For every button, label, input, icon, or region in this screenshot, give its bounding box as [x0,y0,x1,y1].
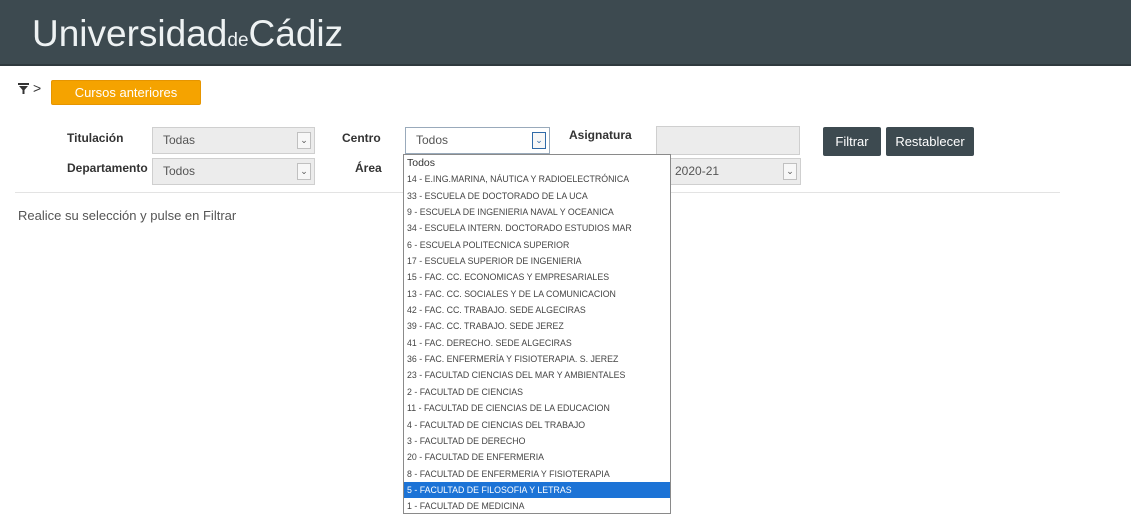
dropdown-option[interactable]: 3 - FACULTAD DE DERECHO [404,433,670,449]
restablecer-button[interactable]: Restablecer [886,127,974,156]
dropdown-option[interactable]: 2 - FACULTAD DE CIENCIAS [404,384,670,400]
centro-select[interactable]: Todos ⌄ [405,127,550,154]
dropdown-option[interactable]: 13 - FAC. CC. SOCIALES Y DE LA COMUNICAC… [404,286,670,302]
titulacion-select[interactable]: Todas ⌄ [152,127,315,154]
dropdown-option[interactable]: 15 - FAC. CC. ECONOMICAS Y EMPRESARIALES [404,269,670,285]
curso-select[interactable]: 2020-21 ⌄ [660,158,801,185]
titulacion-label: Titulación [67,131,124,145]
filtrar-button[interactable]: Filtrar [823,127,881,156]
dropdown-option[interactable]: 1 - FACULTAD DE MEDICINA [404,498,670,513]
asignatura-label: Asignatura [569,128,632,142]
dropdown-option[interactable]: 17 - ESCUELA SUPERIOR DE INGENIERIA [404,253,670,269]
info-message: Realice su selección y pulse en Filtrar [18,208,237,223]
centro-dropdown-list[interactable]: Todos 14 - E.ING.MARINA, NÁUTICA Y RADIOE… [403,154,671,514]
dropdown-option[interactable]: 23 - FACULTAD CIENCIAS DEL MAR Y AMBIENT… [404,367,670,383]
dropdown-option[interactable]: 14 - E.ING.MARINA, NÁUTICA Y RADIOELECTR… [404,171,670,187]
cursos-anteriores-button[interactable]: Cursos anteriores [51,80,201,105]
dropdown-option[interactable]: 11 - FACULTAD DE CIENCIAS DE LA EDUCACIO… [404,400,670,416]
site-header: UniversidaddeCádiz [0,0,1131,66]
filter-icon[interactable] [18,83,29,94]
dropdown-option[interactable]: 42 - FAC. CC. TRABAJO. SEDE ALGECIRAS [404,302,670,318]
chevron-down-icon: ⌄ [297,132,311,149]
chevron-down-icon: ⌄ [783,163,797,180]
dropdown-option[interactable]: 41 - FAC. DERECHO. SEDE ALGECIRAS [404,335,670,351]
dropdown-option[interactable]: 6 - ESCUELA POLITECNICA SUPERIOR [404,237,670,253]
breadcrumb-chevron-icon: > [33,80,42,96]
university-logo[interactable]: UniversidaddeCádiz [32,12,343,63]
chevron-down-icon: ⌄ [532,132,546,149]
dropdown-option[interactable]: 33 - ESCUELA DE DOCTORADO DE LA UCA [404,188,670,204]
chevron-down-icon: ⌄ [297,163,311,180]
dropdown-option[interactable]: 9 - ESCUELA DE INGENIERIA NAVAL Y OCEANI… [404,204,670,220]
dropdown-option[interactable]: 8 - FACULTAD DE ENFERMERIA Y FISIOTERAPI… [404,466,670,482]
centro-label: Centro [342,131,381,145]
dropdown-option[interactable]: 4 - FACULTAD DE CIENCIAS DEL TRABAJO [404,417,670,433]
dropdown-option[interactable]: 5 - FACULTAD DE FILOSOFIA Y LETRAS [404,481,670,499]
departamento-label: Departamento [67,161,148,175]
dropdown-option[interactable]: 34 - ESCUELA INTERN. DOCTORADO ESTUDIOS … [404,220,670,236]
dropdown-option[interactable]: 39 - FAC. CC. TRABAJO. SEDE JEREZ [404,318,670,334]
dropdown-option[interactable]: 36 - FAC. ENFERMERÍA Y FISIOTERAPIA. S. … [404,351,670,367]
area-label: Área [355,161,382,175]
asignatura-input[interactable] [656,126,800,155]
dropdown-option[interactable]: 20 - FACULTAD DE ENFERMERIA [404,449,670,465]
departamento-select[interactable]: Todos ⌄ [152,158,315,185]
dropdown-option[interactable]: Todos [404,155,670,171]
